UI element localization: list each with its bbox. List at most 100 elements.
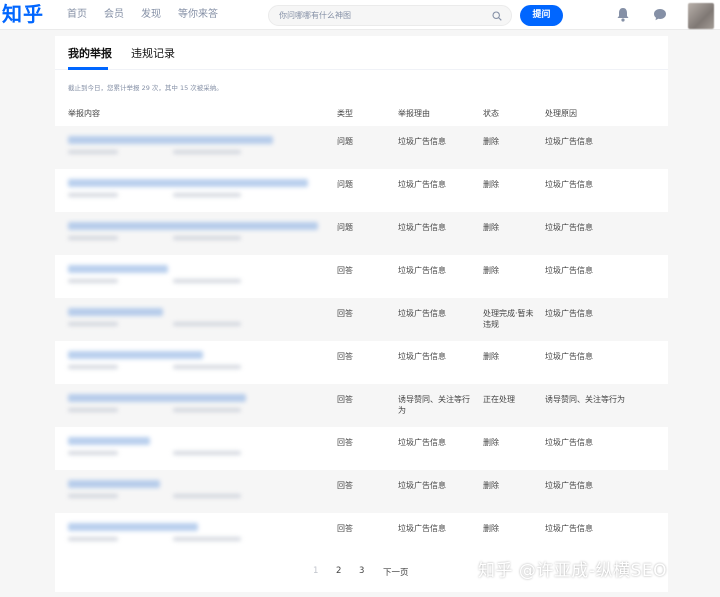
table-row: 回答 诱导赞同、关注等行为 正在处理 诱导赞同、关注等行为 (55, 384, 668, 427)
search-placeholder: 你问哪哪有什么神图 (279, 11, 351, 20)
table-row: 回答 垃圾广告信息 删除 垃圾广告信息 (55, 341, 668, 384)
cell-status: 处理完成·暂未违规 (483, 309, 534, 329)
user-avatar[interactable] (688, 3, 714, 29)
cell-result: 垃圾广告信息 (545, 481, 593, 490)
table-row: 回答 垃圾广告信息 删除 垃圾广告信息 (55, 255, 668, 298)
messages-icon[interactable] (653, 8, 667, 21)
reported-content-meta (68, 408, 118, 412)
cell-result: 诱导赞同、关注等行为 (545, 395, 625, 404)
table-row: 问题 垃圾广告信息 删除 垃圾广告信息 (55, 169, 668, 212)
reported-content-meta (68, 537, 118, 541)
nav-home[interactable]: 首页 (67, 8, 87, 22)
search-input[interactable]: 你问哪哪有什么神图 (268, 5, 512, 26)
cell-reason: 垃圾广告信息 (398, 524, 446, 533)
table-row: 回答 垃圾广告信息 删除 垃圾广告信息 (55, 427, 668, 470)
cell-result: 垃圾广告信息 (545, 180, 593, 189)
cell-result: 垃圾广告信息 (545, 524, 593, 533)
reported-content-meta (173, 451, 241, 455)
header-type: 类型 (337, 109, 353, 118)
reported-content-meta (68, 451, 118, 455)
cell-type: 问题 (337, 180, 353, 189)
next-page-link[interactable]: 下一页 (383, 566, 409, 578)
tab-violation-records[interactable]: 违规记录 (131, 45, 175, 61)
cell-result: 垃圾广告信息 (545, 223, 593, 232)
report-card: 我的举报 违规记录 截止到今日，您累计举报 29 次，其中 15 次被采纳。 举… (55, 36, 668, 592)
reported-content-meta (173, 494, 241, 498)
cell-type: 问题 (337, 137, 353, 146)
reported-content-meta (173, 193, 241, 197)
table-header: 举报内容 类型 举报理由 状态 处理原因 (55, 106, 668, 124)
reported-content-link[interactable] (68, 480, 160, 488)
reported-content-link[interactable] (68, 265, 168, 273)
cell-status: 删除 (483, 137, 499, 146)
nav-membership[interactable]: 会员 (104, 8, 124, 22)
cell-result: 垃圾广告信息 (545, 266, 593, 275)
notification-bell-icon[interactable] (616, 7, 630, 22)
reported-content-meta (68, 365, 118, 369)
nav-waiting-answers[interactable]: 等你来答 (178, 8, 218, 22)
reported-content-link[interactable] (68, 222, 318, 230)
cell-reason: 垃圾广告信息 (398, 352, 446, 361)
reported-content-meta (68, 193, 118, 197)
cell-type: 回答 (337, 438, 353, 447)
cell-result: 垃圾广告信息 (545, 137, 593, 146)
cell-type: 回答 (337, 266, 353, 275)
reported-content-meta (68, 150, 118, 154)
table-row: 回答 垃圾广告信息 删除 垃圾广告信息 (55, 513, 668, 556)
reported-content-meta (173, 150, 241, 154)
page-2[interactable]: 2 (336, 566, 341, 576)
table-row: 问题 垃圾广告信息 删除 垃圾广告信息 (55, 126, 668, 169)
active-tab-indicator (68, 67, 108, 70)
page-3[interactable]: 3 (359, 566, 364, 576)
reported-content-meta (68, 322, 118, 326)
cell-reason: 垃圾广告信息 (398, 309, 446, 318)
reported-content-meta (173, 537, 241, 541)
nav-discover[interactable]: 发现 (141, 8, 161, 22)
cell-status: 删除 (483, 180, 499, 189)
reported-content-meta (173, 408, 241, 412)
cell-status: 删除 (483, 524, 499, 533)
reported-content-meta (68, 236, 118, 240)
reported-content-link[interactable] (68, 179, 308, 187)
cell-type: 回答 (337, 524, 353, 533)
reported-content-meta (173, 236, 241, 240)
search-icon[interactable] (492, 11, 502, 21)
main-nav: 首页 会员 发现 等你来答 (67, 8, 218, 22)
cell-reason: 垃圾广告信息 (398, 438, 446, 447)
reported-content-meta (173, 365, 241, 369)
ask-question-button[interactable]: 提问 (520, 5, 563, 26)
cell-reason: 垃圾广告信息 (398, 266, 446, 275)
cell-type: 回答 (337, 352, 353, 361)
reported-content-link[interactable] (68, 308, 163, 316)
cell-type: 回答 (337, 481, 353, 490)
reported-content-meta (68, 494, 118, 498)
header-result: 处理原因 (545, 109, 577, 118)
cell-status: 删除 (483, 438, 499, 447)
reported-content-meta (68, 279, 118, 283)
report-summary: 截止到今日，您累计举报 29 次，其中 15 次被采纳。 (68, 84, 223, 92)
table-row: 问题 垃圾广告信息 删除 垃圾广告信息 (55, 212, 668, 255)
cell-reason: 垃圾广告信息 (398, 137, 446, 146)
cell-status: 删除 (483, 481, 499, 490)
reported-content-link[interactable] (68, 136, 273, 144)
table-row: 回答 垃圾广告信息 处理完成·暂未违规 垃圾广告信息 (55, 298, 668, 341)
table-row: 回答 垃圾广告信息 删除 垃圾广告信息 (55, 470, 668, 513)
reported-content-link[interactable] (68, 437, 150, 445)
cell-type: 回答 (337, 309, 353, 318)
header-content: 举报内容 (68, 109, 100, 118)
watermark: 知乎 @许亚成-纵横SEO (478, 561, 667, 581)
reported-content-link[interactable] (68, 351, 203, 359)
reported-content-link[interactable] (68, 394, 246, 402)
cell-type: 回答 (337, 395, 353, 404)
reported-content-meta (173, 322, 241, 326)
cell-status: 删除 (483, 266, 499, 275)
page-1[interactable]: 1 (313, 566, 318, 576)
header-reason: 举报理由 (398, 109, 430, 118)
zhihu-logo[interactable]: 知乎 (2, 2, 44, 26)
reported-content-link[interactable] (68, 523, 198, 531)
tab-my-reports[interactable]: 我的举报 (68, 45, 112, 61)
cell-status: 删除 (483, 352, 499, 361)
cell-status: 删除 (483, 223, 499, 232)
cell-reason: 垃圾广告信息 (398, 223, 446, 232)
cell-reason: 垃圾广告信息 (398, 180, 446, 189)
